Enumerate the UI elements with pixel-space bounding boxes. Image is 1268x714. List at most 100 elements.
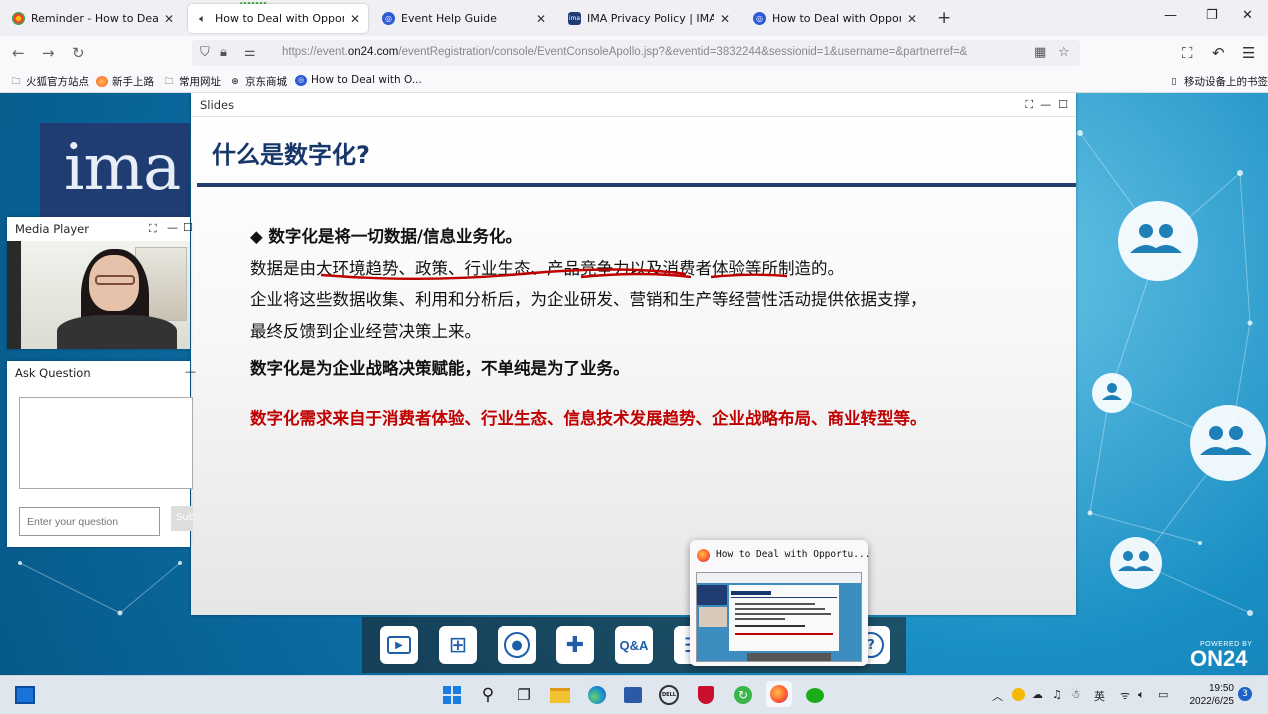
input-method-indicator[interactable]: 英 (1094, 688, 1105, 704)
ima-icon: ima (568, 12, 581, 25)
qa-label: Q&A (619, 637, 649, 653)
expand-icon[interactable]: ⛶ (1025, 98, 1033, 112)
file-explorer-icon[interactable] (550, 685, 570, 705)
wechat-icon[interactable] (805, 685, 825, 705)
expand-icon[interactable]: ⛶ (149, 222, 157, 236)
navigation-bar: ← → ↻ ⛉ 🔒︎ ⚌ https://event.on24.com/even… (0, 36, 1268, 70)
slides-header[interactable]: Slides ⛶ — ☐ (191, 93, 1076, 117)
media-player-header[interactable]: Media Player ⛶ — ☐ (7, 217, 193, 241)
minimize-icon[interactable]: — (167, 221, 178, 234)
url-text[interactable]: https://event.on24.com/eventRegistration… (282, 46, 1022, 58)
person-icon: ● (504, 632, 530, 658)
tab-reminder[interactable]: Reminder - How to Deal with ✕ (4, 4, 182, 33)
tab-title: Reminder - How to Deal with (31, 12, 158, 25)
tab-how-to-deal-2[interactable]: ◎ How to Deal with Opportunit ✕ (745, 4, 925, 33)
qa-dock-button[interactable]: Q&A (615, 626, 653, 664)
preview-title: How to Deal with Opportu... (716, 549, 871, 560)
chrome-reminder-icon (12, 12, 25, 25)
undo-icon[interactable]: ↶ (1212, 44, 1225, 62)
cloud-icon[interactable]: ☁ (1032, 688, 1043, 701)
question-history-box[interactable] (19, 397, 193, 489)
submit-button[interactable]: Submit (171, 506, 193, 531)
microsoft-store-icon[interactable] (623, 685, 643, 705)
edge-browser-icon[interactable] (587, 685, 607, 705)
video-feed[interactable] (7, 241, 190, 349)
search-icon[interactable]: ⚲ (478, 685, 498, 705)
speaker-icon: 🔈︎ (199, 11, 206, 25)
maximize-icon[interactable]: ☐ (183, 221, 193, 234)
bookmark-item[interactable]: 🗀 火狐官方站点 (10, 74, 89, 89)
minimize-icon[interactable]: — (1040, 98, 1051, 112)
lock-icon[interactable]: 🔒︎ (220, 45, 227, 60)
media-player-panel: Media Player ⛶ — ☐ (7, 217, 193, 349)
folder-icon: 🗀 (11, 76, 21, 87)
on24-icon: ◎ (753, 12, 766, 25)
tab-event-help-guide[interactable]: ◎ Event Help Guide ✕ (374, 4, 554, 33)
system-clock[interactable]: 19:50 2022/6/25 (1184, 682, 1235, 708)
minimize-icon[interactable]: — (185, 365, 196, 378)
tab-how-to-deal-active[interactable]: 🔈︎ How to Deal with Opportunit ✕ (188, 4, 368, 33)
menu-icon[interactable]: ☰ (1242, 44, 1255, 62)
annotation-underline (320, 268, 788, 280)
mcafee-shield-icon[interactable] (696, 685, 716, 705)
forward-arrow-icon[interactable]: → (42, 44, 55, 62)
mobile-device-icon: ▯ (1171, 76, 1177, 87)
resources-dock-button[interactable]: ✚ (556, 626, 594, 664)
tray-app-icon[interactable] (1012, 688, 1025, 701)
close-icon[interactable]: ✕ (720, 12, 730, 26)
bookmark-item[interactable]: 新手上路 (96, 74, 154, 89)
mobile-bookmarks[interactable]: ▯ 移动设备上的书签 (1168, 74, 1268, 89)
firefox-icon (96, 76, 108, 87)
back-arrow-icon[interactable]: ← (12, 44, 25, 62)
extensions-icon[interactable]: ⛶ (1182, 44, 1193, 62)
tab-title: Event Help Guide (401, 12, 497, 25)
ima-logo: ima (64, 131, 181, 205)
tab-ima-privacy[interactable]: ima IMA Privacy Policy | IMA - Th ✕ (560, 4, 738, 33)
slide-content: 什么是数字化? ◆ 数字化是将一切数据/信息业务化。 数据是由大环境趋势、政策、… (191, 117, 1076, 615)
tab-title: How to Deal with Opportunit (772, 12, 901, 25)
window-preview-popup[interactable]: How to Deal with Opportu... (690, 540, 871, 666)
battery-icon[interactable]: ▭ (1158, 688, 1168, 701)
question-input[interactable] (19, 507, 160, 536)
tab-bar: Reminder - How to Deal with ✕ 🔈︎ How to … (0, 0, 1268, 36)
close-icon[interactable]: ✕ (164, 12, 174, 26)
qr-code-icon[interactable]: ▦ (1034, 45, 1046, 60)
notification-badge[interactable]: 3 (1238, 687, 1252, 701)
shield-icon[interactable]: ⛉ (200, 45, 210, 60)
close-icon[interactable]: ✕ (536, 12, 546, 26)
close-window-icon[interactable]: ✕ (1242, 8, 1253, 23)
close-icon[interactable]: ✕ (350, 12, 360, 26)
close-icon[interactable]: ✕ (907, 12, 917, 26)
ask-question-header[interactable]: Ask Question — (7, 361, 196, 385)
firefox-taskbar-icon[interactable] (766, 681, 792, 707)
sync-app-icon[interactable]: ↻ (733, 685, 753, 705)
firefox-icon (697, 549, 710, 562)
permissions-icon[interactable]: ⚌ (244, 45, 256, 60)
media-player-dock-button[interactable]: ▶ (380, 626, 418, 664)
chevron-up-icon[interactable]: ︿ (992, 688, 1003, 704)
windows-start-icon[interactable] (442, 685, 462, 705)
volume-icon[interactable]: 🔈︎ (1138, 688, 1145, 702)
new-tab-plus-icon[interactable]: + (937, 8, 951, 28)
bookmark-item[interactable]: 🗀 常用网址 (163, 74, 221, 89)
slides-dock-button[interactable]: ⊞ (439, 626, 477, 664)
folder-icon: 🗀 (164, 76, 174, 87)
address-bar[interactable]: ⛉ 🔒︎ ⚌ https://event.on24.com/eventRegis… (192, 40, 1080, 66)
dell-icon[interactable]: DELL (659, 685, 679, 705)
minimize-icon[interactable]: — (1164, 8, 1177, 23)
reload-icon[interactable]: ↻ (72, 44, 85, 62)
bell-icon[interactable]: ♫ (1052, 688, 1062, 701)
task-view-icon[interactable]: ❐ (514, 685, 534, 705)
widgets-icon[interactable] (14, 685, 36, 705)
bookmark-star-icon[interactable]: ☆ (1058, 45, 1070, 60)
restore-icon[interactable]: ❐ (1206, 8, 1218, 23)
bookmark-item[interactable]: ⊕ 京东商城 (229, 74, 287, 89)
wifi-icon[interactable]: ᯤ (1120, 688, 1130, 703)
bookmark-item[interactable]: ◎ How to Deal with O... (295, 74, 422, 86)
speaker-bio-dock-button[interactable]: ● (498, 626, 536, 664)
play-icon: ▶ (387, 636, 411, 654)
preview-screenshot (696, 572, 862, 662)
puzzle-icon: ✚ (565, 632, 585, 658)
maximize-icon[interactable]: ☐ (1058, 98, 1068, 112)
qq-icon[interactable]: ☃ (1071, 688, 1081, 701)
